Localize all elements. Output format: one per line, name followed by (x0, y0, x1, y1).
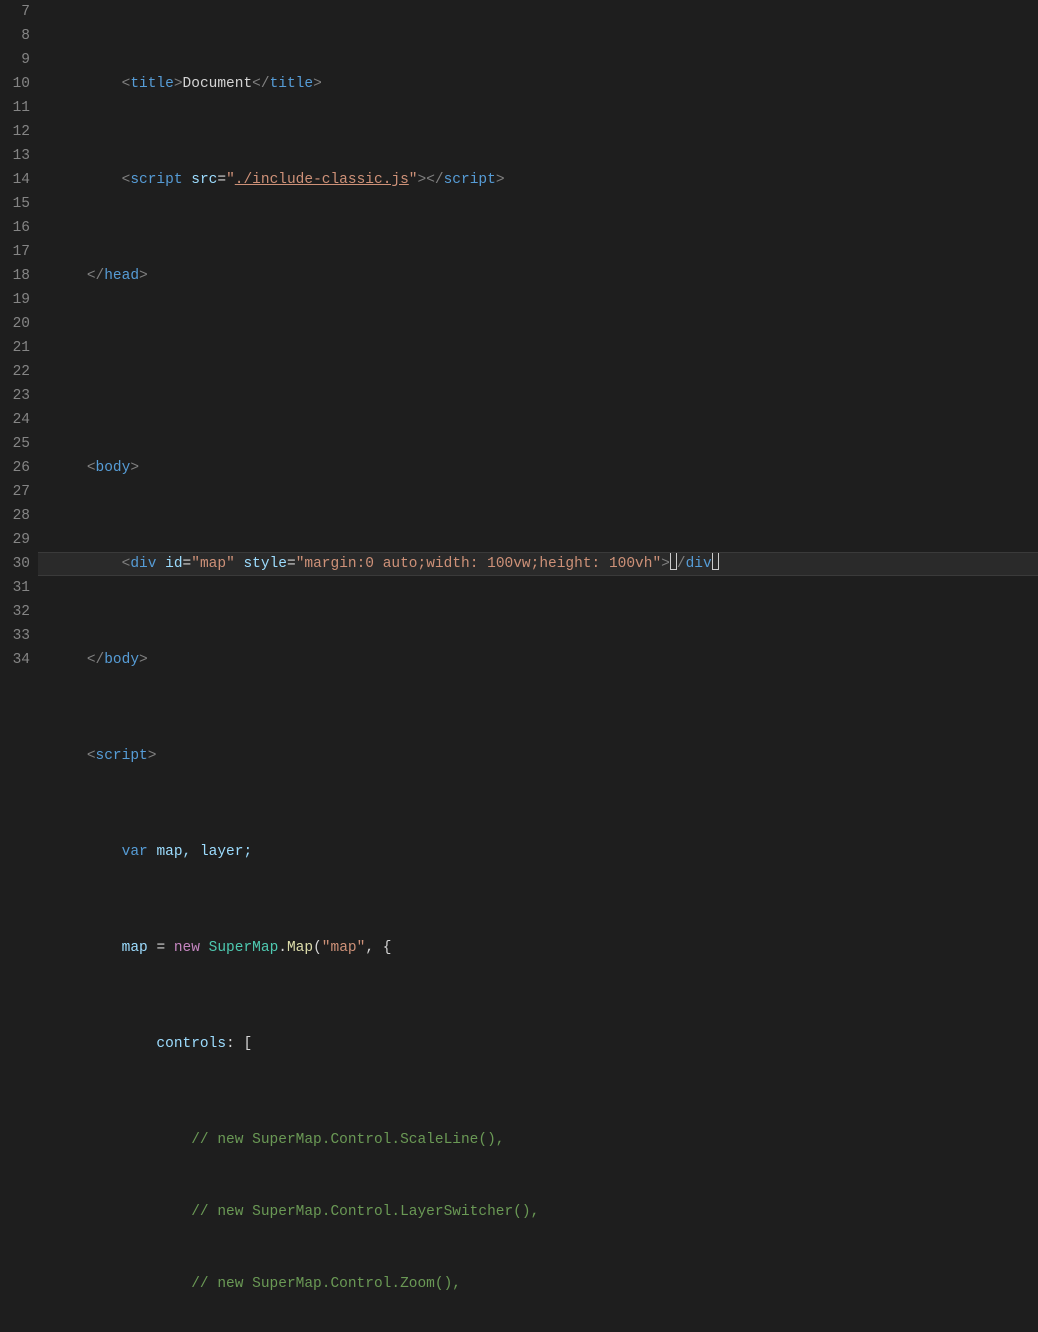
code-line-active[interactable]: <div id="map" style="margin:0 auto;width… (38, 552, 1038, 576)
line-number: 25 (0, 432, 30, 456)
code-line[interactable]: <script src="./include-classic.js"></scr… (38, 168, 1038, 192)
line-number: 33 (0, 624, 30, 648)
code-line[interactable]: <script> (38, 744, 1038, 768)
code-line[interactable] (38, 360, 1038, 384)
line-number: 26 (0, 456, 30, 480)
line-number: 27 (0, 480, 30, 504)
line-number: 7 (0, 0, 30, 24)
line-number: 12 (0, 120, 30, 144)
code-editor[interactable]: 7891011121314151617181920212223242526272… (0, 0, 1038, 666)
code-line[interactable]: <body> (38, 456, 1038, 480)
line-number: 16 (0, 216, 30, 240)
code-line[interactable]: // new SuperMap.Control.LayerSwitcher(), (38, 1200, 1038, 1224)
line-number: 30 (0, 552, 30, 576)
code-line[interactable]: </body> (38, 648, 1038, 672)
bracket-match-box (712, 552, 719, 570)
line-number: 20 (0, 312, 30, 336)
line-number: 18 (0, 264, 30, 288)
line-number: 28 (0, 504, 30, 528)
line-number: 21 (0, 336, 30, 360)
line-number: 8 (0, 24, 30, 48)
line-number: 9 (0, 48, 30, 72)
line-number: 13 (0, 144, 30, 168)
line-number: 23 (0, 384, 30, 408)
line-number: 31 (0, 576, 30, 600)
line-number: 29 (0, 528, 30, 552)
code-line[interactable]: <title>Document</title> (38, 72, 1038, 96)
bracket-match-box (670, 552, 677, 570)
line-number: 10 (0, 72, 30, 96)
line-number: 34 (0, 648, 30, 672)
code-line[interactable]: </head> (38, 264, 1038, 288)
code-line[interactable]: // new SuperMap.Control.Zoom(), (38, 1272, 1038, 1296)
line-number: 19 (0, 288, 30, 312)
code-line[interactable]: var map, layer; (38, 840, 1038, 864)
line-number: 11 (0, 96, 30, 120)
code-line[interactable]: // new SuperMap.Control.ScaleLine(), (38, 1128, 1038, 1152)
line-number: 24 (0, 408, 30, 432)
code-line[interactable]: map = new SuperMap.Map("map", { (38, 936, 1038, 960)
line-number: 17 (0, 240, 30, 264)
line-number: 32 (0, 600, 30, 624)
line-number: 22 (0, 360, 30, 384)
code-content[interactable]: <title>Document</title> <script src="./i… (38, 0, 1038, 666)
line-number-gutter: 7891011121314151617181920212223242526272… (0, 0, 38, 666)
line-number: 14 (0, 168, 30, 192)
line-number: 15 (0, 192, 30, 216)
code-line[interactable]: controls: [ (38, 1032, 1038, 1056)
